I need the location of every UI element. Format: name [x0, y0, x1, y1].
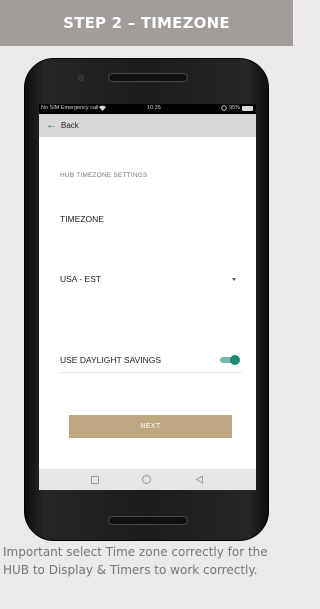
section-title: HUB TIMEZONE SETTINGS	[60, 172, 148, 179]
divider	[60, 372, 242, 373]
chevron-down-icon	[232, 277, 236, 281]
back-label: Back	[61, 121, 79, 130]
battery-icon	[242, 105, 253, 111]
timezone-value: USA - EST	[60, 274, 102, 284]
daylight-savings-toggle[interactable]	[220, 355, 240, 365]
carrier-text: No SIM Emergency call	[41, 105, 99, 111]
back-triangle-icon[interactable]	[195, 475, 204, 484]
daylight-savings-row: USE DAYLIGHT SAVINGS	[60, 353, 240, 367]
timezone-label: TIMEZONE	[60, 214, 104, 224]
daylight-savings-label: USE DAYLIGHT SAVINGS	[60, 355, 162, 365]
back-arrow-icon: ←	[46, 119, 57, 131]
step-title: STEP 2 – TIMEZONE	[63, 14, 230, 32]
android-nav-bar	[39, 469, 256, 490]
wifi-icon	[99, 105, 107, 111]
step-banner: STEP 2 – TIMEZONE	[0, 0, 293, 46]
next-button[interactable]: NEXT	[69, 415, 232, 438]
speaker-grille	[108, 73, 188, 82]
back-button[interactable]: ← Back	[46, 120, 79, 131]
caption-text: Important select Time zone correctly for…	[3, 545, 268, 577]
toggle-thumb	[230, 355, 240, 365]
status-right: 95%	[221, 105, 253, 111]
status-bar: No SIM Emergency call 10:35 95%	[39, 104, 256, 114]
bottom-speaker	[108, 516, 188, 525]
home-icon[interactable]	[142, 475, 152, 484]
phone-mockup: No SIM Emergency call 10:35 95% ← Back H…	[24, 58, 269, 541]
app-header: ← Back	[39, 114, 256, 137]
rotation-lock-icon	[221, 105, 227, 111]
camera-icon	[78, 75, 84, 81]
timezone-dropdown[interactable]: USA - EST	[60, 272, 240, 286]
status-left: No SIM Emergency call	[41, 105, 107, 111]
recents-icon[interactable]	[90, 475, 99, 484]
battery-percent: 95%	[228, 105, 240, 111]
phone-screen: No SIM Emergency call 10:35 95% ← Back H…	[39, 104, 256, 490]
status-time: 10:35	[147, 105, 161, 111]
